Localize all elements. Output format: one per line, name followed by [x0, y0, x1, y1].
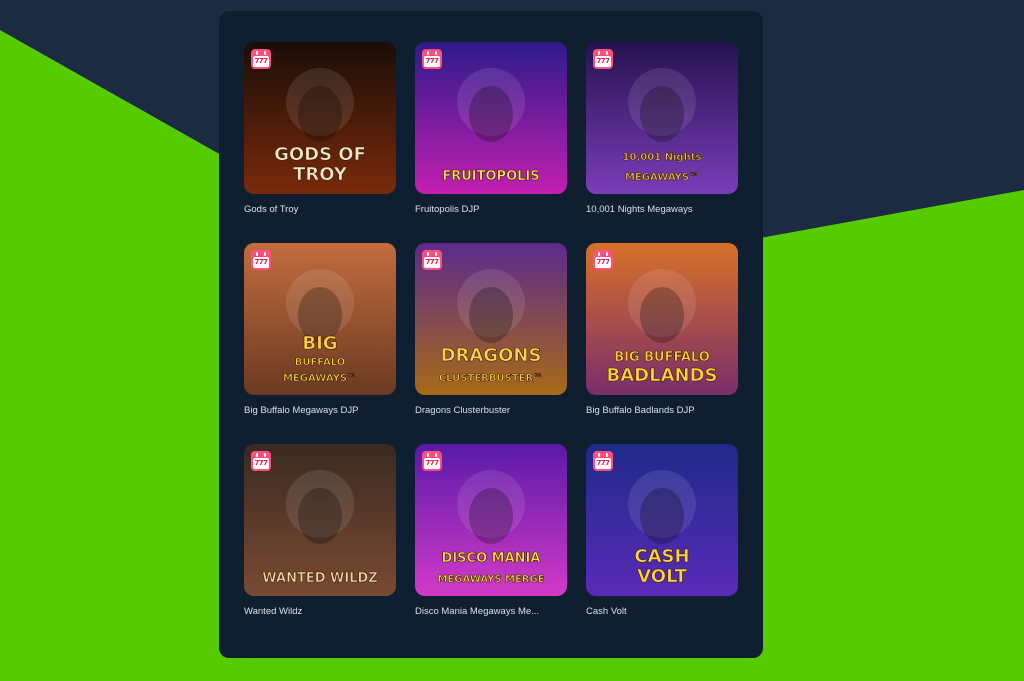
slot-calendar-icon: 777	[593, 49, 613, 69]
game-logo-text: CLUSTERBUSTER™	[439, 373, 543, 384]
game-logo-text: CASH	[634, 546, 689, 567]
game-card[interactable]: FRUITOPOLIS 777 Fruitopolis DJP	[415, 42, 567, 243]
game-logo-text: GODS OF	[274, 144, 366, 165]
game-card[interactable]: CASH VOLT 777 Cash Volt	[586, 444, 738, 645]
game-logo-text: VOLT	[637, 566, 687, 587]
game-logo-text: DRAGONS	[441, 345, 542, 366]
game-thumbnail[interactable]: 10,001 Nights MEGAWAYS™ 777	[586, 42, 738, 194]
slot-calendar-icon: 777	[422, 451, 442, 471]
game-card[interactable]: 10,001 Nights MEGAWAYS™ 777 10,001 Nights …	[586, 42, 738, 243]
slot-calendar-icon: 777	[251, 49, 271, 69]
slot-calendar-icon: 777	[593, 250, 613, 270]
game-title[interactable]: Disco Mania Megaways Me...	[415, 606, 567, 617]
game-logo-text: BUFFALO	[295, 357, 346, 368]
game-title[interactable]: 10,001 Nights Megaways	[586, 204, 738, 215]
game-title[interactable]: Dragons Clusterbuster	[415, 405, 567, 416]
game-thumbnail[interactable]: DISCO MANIA MEGAWAYS MERGE 777	[415, 444, 567, 596]
game-logo-text: BADLANDS	[607, 365, 718, 386]
game-logo-text: 10,001 Nights	[623, 152, 702, 163]
games-panel: GODS OF TROY 777 Gods of Troy FRUITOPOLIS 7…	[219, 11, 763, 658]
game-thumbnail[interactable]: CASH VOLT 777	[586, 444, 738, 596]
game-logo-text: MEGAWAYS™	[283, 373, 357, 384]
game-card[interactable]: BIG BUFFALO BADLANDS 777 Big Buffalo Badla…	[586, 243, 738, 444]
game-logo-text: MEGAWAYS™	[625, 172, 699, 183]
slot-calendar-icon: 777	[422, 250, 442, 270]
game-logo-text: FRUITOPOLIS	[442, 169, 539, 184]
slot-calendar-icon: 777	[593, 451, 613, 471]
game-thumbnail[interactable]: BIG BUFFALO MEGAWAYS™ 777	[244, 243, 396, 395]
game-logo-text: DISCO MANIA	[442, 551, 541, 566]
game-thumbnail[interactable]: WANTED WILDZ 777	[244, 444, 396, 596]
game-title[interactable]: Fruitopolis DJP	[415, 204, 567, 215]
game-title[interactable]: Cash Volt	[586, 606, 738, 617]
game-logo-text: BIG BUFFALO	[614, 350, 710, 365]
game-logo-text: BIG	[302, 333, 337, 354]
game-thumbnail[interactable]: DRAGONS CLUSTERBUSTER™ 777	[415, 243, 567, 395]
game-title[interactable]: Wanted Wildz	[244, 606, 396, 617]
game-logo-text: WANTED WILDZ	[262, 571, 377, 586]
slot-calendar-icon: 777	[251, 451, 271, 471]
game-card[interactable]: DISCO MANIA MEGAWAYS MERGE 777 Disco Mania…	[415, 444, 567, 645]
game-title[interactable]: Big Buffalo Megaways DJP	[244, 405, 396, 416]
game-card[interactable]: BIG BUFFALO MEGAWAYS™ 777 Big Buffalo Megaw…	[244, 243, 396, 444]
game-title[interactable]: Big Buffalo Badlands DJP	[586, 405, 738, 416]
game-card[interactable]: WANTED WILDZ 777 Wanted Wildz	[244, 444, 396, 645]
game-logo-text: MEGAWAYS MERGE	[437, 574, 544, 585]
game-card[interactable]: GODS OF TROY 777 Gods of Troy	[244, 42, 396, 243]
games-grid: GODS OF TROY 777 Gods of Troy FRUITOPOLIS 7…	[244, 42, 738, 645]
slot-calendar-icon: 777	[251, 250, 271, 270]
game-logo-text: TROY	[293, 164, 348, 185]
game-thumbnail[interactable]: FRUITOPOLIS 777	[415, 42, 567, 194]
game-card[interactable]: DRAGONS CLUSTERBUSTER™ 777 Dragons Cluster…	[415, 243, 567, 444]
slot-calendar-icon: 777	[422, 49, 442, 69]
game-thumbnail[interactable]: BIG BUFFALO BADLANDS 777	[586, 243, 738, 395]
game-thumbnail[interactable]: GODS OF TROY 777	[244, 42, 396, 194]
game-title[interactable]: Gods of Troy	[244, 204, 396, 215]
